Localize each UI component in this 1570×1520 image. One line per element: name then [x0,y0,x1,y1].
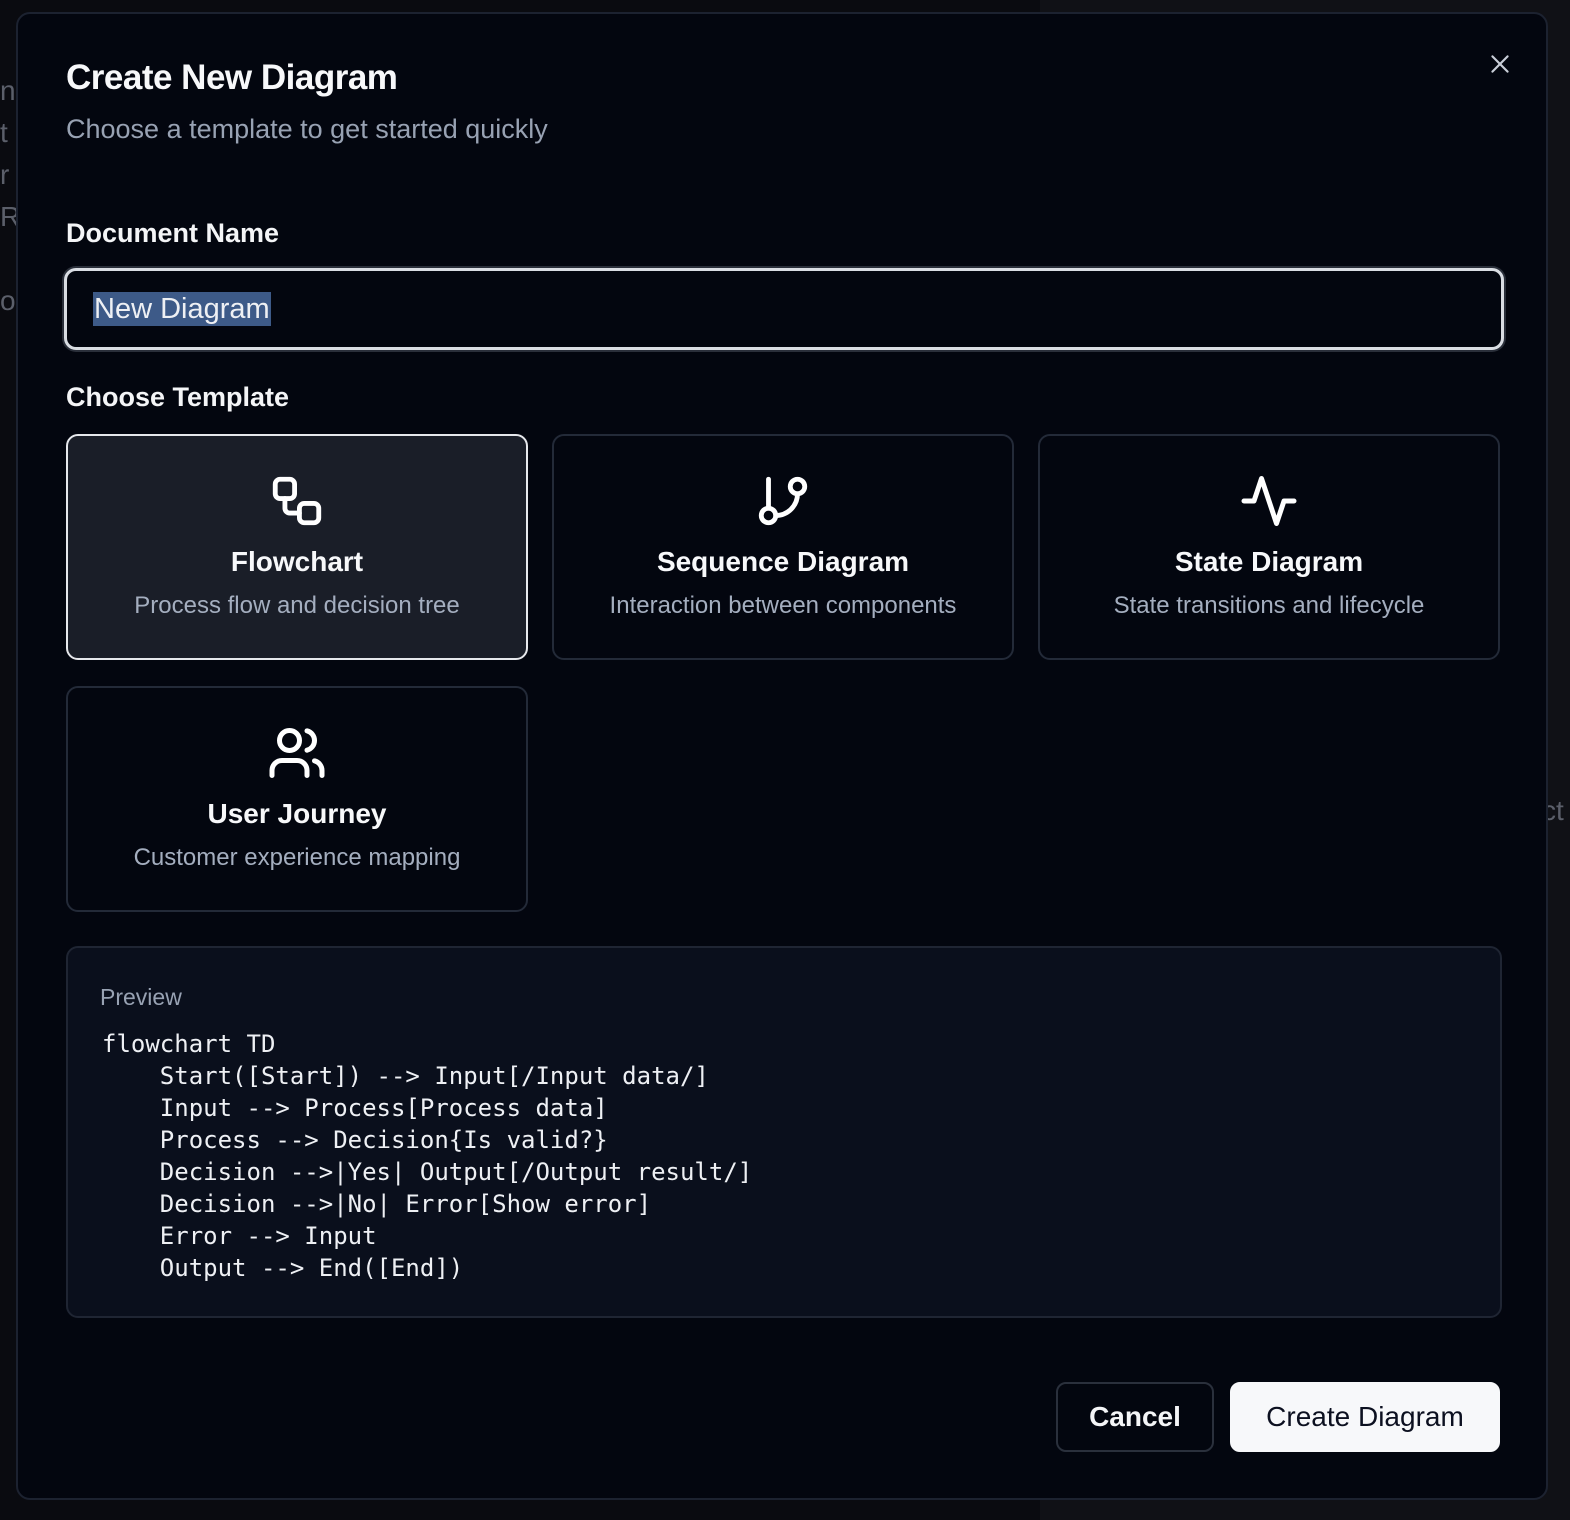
dialog-subtitle: Choose a template to get started quickly [66,114,548,144]
git-branch-icon [752,470,814,532]
template-card-sequence-diagram[interactable]: Sequence Diagram Interaction between com… [552,434,1014,660]
cancel-button[interactable]: Cancel [1056,1382,1214,1452]
flowchart-icon [266,470,328,532]
template-description: Process flow and decision tree [134,592,460,619]
template-title: User Journey [207,798,387,829]
template-description: Customer experience mapping [133,844,461,871]
template-card-user-journey[interactable]: User Journey Customer experience mapping [66,686,528,912]
template-title: Sequence Diagram [656,546,910,577]
preview-label: Preview [100,984,182,1010]
template-description: State transitions and lifecycle [1113,592,1425,619]
create-diagram-button[interactable]: Create Diagram [1230,1382,1500,1452]
preview-code: flowchart TD Start([Start]) --> Input[/I… [102,1030,753,1282]
template-title: State Diagram [1174,546,1364,577]
template-preview-panel: Preview flowchart TD Start([Start]) --> … [66,946,1502,1318]
close-icon [1491,55,1509,73]
template-title: Flowchart [230,546,364,577]
document-name-label: Document Name [66,218,280,248]
template-description: Interaction between components [609,592,957,619]
create-diagram-dialog: Create New Diagram Choose a template to … [16,12,1548,1500]
dialog-title: Create New Diagram [66,58,398,97]
template-card-state-diagram[interactable]: State Diagram State transitions and life… [1038,434,1500,660]
activity-icon [1238,470,1300,532]
document-name-input[interactable]: New Diagram [64,268,1504,350]
choose-template-label: Choose Template [66,382,290,412]
users-icon [266,722,328,784]
template-card-flowchart[interactable]: Flowchart Process flow and decision tree [66,434,528,660]
close-button[interactable] [1484,48,1516,80]
document-name-value: New Diagram [93,292,271,326]
